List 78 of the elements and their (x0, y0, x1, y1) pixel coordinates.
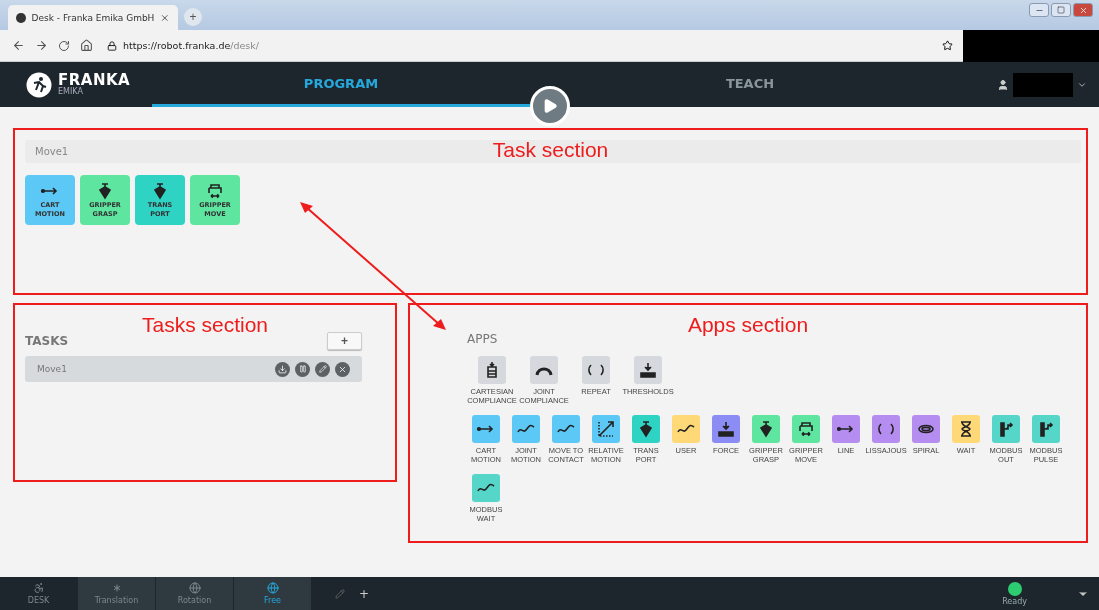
delete-button[interactable] (335, 361, 350, 377)
app-button[interactable] (530, 356, 558, 384)
app-button[interactable] (472, 474, 500, 502)
star-icon[interactable] (942, 40, 953, 51)
press-icon (639, 361, 657, 379)
pause-icon (298, 365, 307, 373)
reload-button[interactable] (58, 39, 70, 52)
tab-title: Desk - Franka Emika GmbH (31, 12, 155, 23)
globe-icon (266, 582, 279, 594)
lock-icon (107, 40, 117, 51)
play-icon (542, 98, 558, 114)
edit-button[interactable] (315, 361, 330, 377)
brand-subtitle: EMIKA (58, 88, 84, 96)
app-button[interactable] (634, 356, 662, 384)
app-button[interactable] (592, 415, 620, 443)
gripper-icon (96, 181, 114, 200)
apps-title: APPS (467, 332, 499, 346)
app-button[interactable] (478, 356, 506, 384)
app-button[interactable] (512, 415, 540, 443)
app-button[interactable] (872, 415, 900, 443)
app-button[interactable] (672, 415, 700, 443)
download-icon (278, 364, 287, 374)
home-button[interactable] (80, 39, 93, 52)
close-icon[interactable] (160, 12, 170, 23)
add-mode-button[interactable]: + (358, 586, 370, 601)
gripper-icon (797, 420, 815, 438)
app-button[interactable] (952, 415, 980, 443)
app-button[interactable] (752, 415, 780, 443)
gripper-icon (151, 181, 169, 200)
brand-name: FRANKA (58, 73, 131, 88)
back-button[interactable] (12, 39, 25, 52)
status-text: Ready (1002, 596, 1027, 606)
nav-tab[interactable]: TEACH (575, 62, 925, 107)
app-button[interactable] (712, 415, 740, 443)
app-button[interactable] (632, 415, 660, 443)
pause-button[interactable] (295, 361, 310, 377)
figure-icon (32, 582, 45, 594)
tasks-title: TASKS (25, 334, 69, 348)
status-dot (1007, 581, 1022, 596)
annotation-label: Task section (492, 138, 609, 162)
app-button[interactable] (582, 356, 610, 384)
gripper-icon (757, 420, 775, 438)
close-button[interactable] (1073, 3, 1093, 17)
branch-icon (1037, 420, 1055, 438)
annotation-label: Tasks section (141, 313, 269, 337)
task-name: Move1 (37, 364, 68, 374)
app-button[interactable] (992, 415, 1020, 443)
task-name: Move1 (35, 146, 69, 157)
app-button[interactable] (912, 415, 940, 443)
pencil-icon (318, 365, 327, 373)
close-icon (338, 364, 347, 374)
globe-icon (188, 582, 201, 594)
add-task-button[interactable]: + (327, 332, 362, 350)
app-button[interactable] (472, 415, 500, 443)
logo-icon (26, 71, 52, 98)
new-tab-button[interactable]: + (184, 8, 202, 26)
branch-icon (997, 420, 1015, 438)
maximize-icon (1057, 6, 1065, 14)
play-button[interactable] (530, 86, 570, 126)
diagonal-arrow-icon (597, 420, 615, 438)
user-icon (997, 78, 1009, 91)
app-button[interactable] (832, 415, 860, 443)
forward-button[interactable] (35, 39, 48, 52)
favicon-icon (16, 12, 26, 23)
download-button[interactable] (275, 361, 290, 377)
press-icon (717, 420, 735, 438)
annotation-label: Apps section (687, 313, 809, 337)
gripper-icon (206, 181, 224, 200)
close-icon (1078, 5, 1088, 15)
url-text[interactable]: https://robot.franka.de/desk/ (123, 40, 936, 51)
redacted-block (1013, 72, 1073, 97)
mode-tab[interactable]: Free (234, 577, 312, 610)
nav-tab[interactable]: PROGRAM (152, 62, 530, 107)
browser-tab[interactable]: Desk - Franka Emika GmbH (8, 5, 178, 30)
app-button[interactable] (552, 415, 580, 443)
app-button[interactable] (1032, 415, 1060, 443)
app-button[interactable] (792, 415, 820, 443)
gripper-icon (637, 420, 655, 438)
